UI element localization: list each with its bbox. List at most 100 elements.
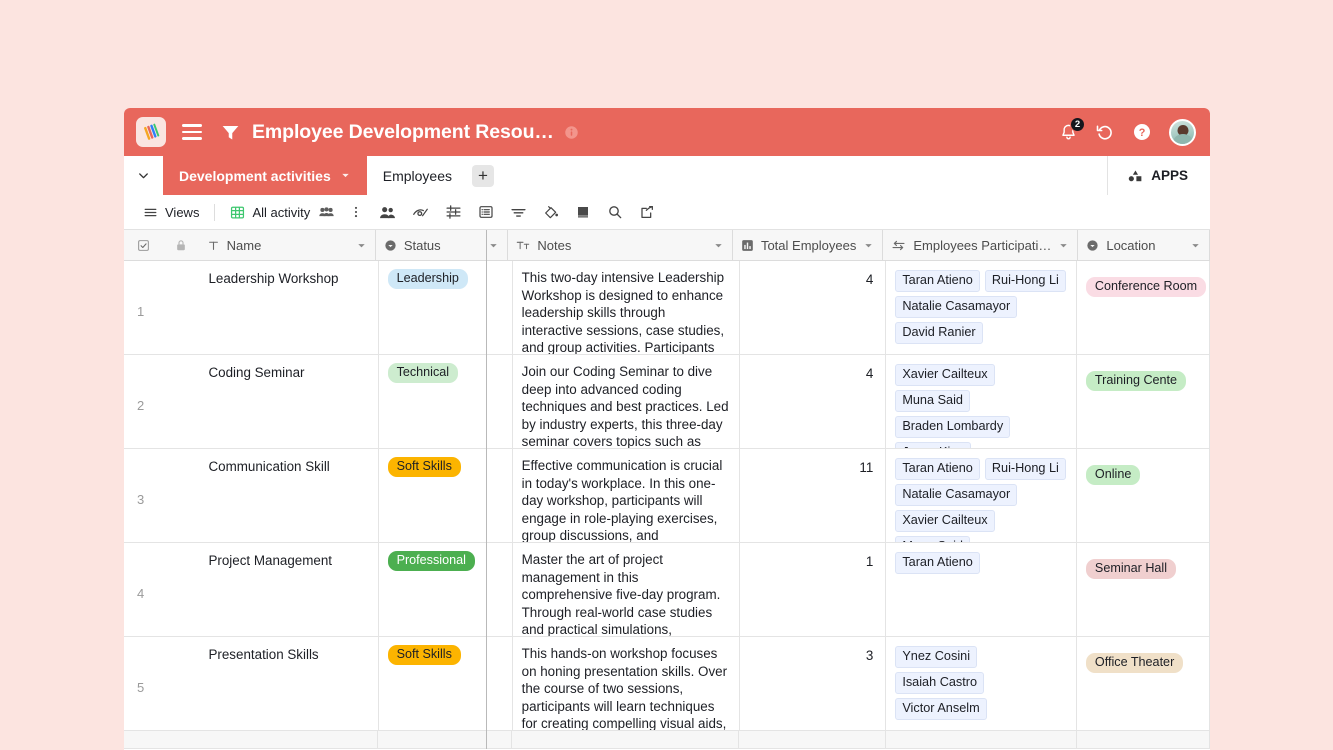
cell-status[interactable]: Leadership: [379, 261, 513, 354]
cell-notes[interactable]: This two-day intensive Leadership Worksh…: [513, 261, 740, 354]
column-header-name[interactable]: Name: [198, 230, 376, 260]
top-bar-actions: 2 ?: [1059, 116, 1196, 146]
participant-chip[interactable]: Rui-Hong Li: [984, 270, 1066, 292]
row-height-icon[interactable]: [567, 200, 599, 225]
hide-fields-eye-icon[interactable]: [404, 200, 437, 225]
column-header-location[interactable]: Location: [1078, 230, 1210, 260]
participant-chip[interactable]: Muna Said: [895, 536, 970, 542]
chevron-down-icon[interactable]: [356, 240, 367, 251]
add-table-button[interactable]: +: [468, 156, 503, 195]
filter-funnel-icon[interactable]: [220, 122, 241, 143]
cell-total-employees[interactable]: 4: [740, 261, 887, 354]
participant-chip[interactable]: Jesse King: [895, 442, 972, 448]
cell-employees-participating[interactable]: Taran Atieno Rui-Hong Li Natalie Casamayor…: [886, 449, 1077, 542]
kebab-more-icon[interactable]: [341, 200, 371, 225]
collapse-sidebar-button[interactable]: [124, 156, 163, 195]
row-expand-cell[interactable]: [163, 543, 199, 636]
cell-status[interactable]: Technical: [379, 355, 513, 448]
hamburger-menu-icon[interactable]: [182, 124, 202, 140]
participant-chip[interactable]: Natalie Casamayor: [895, 296, 1018, 318]
row-expand-cell[interactable]: [163, 355, 199, 448]
cell-employees-participating[interactable]: Taran Atieno: [886, 543, 1077, 636]
select-all-checkbox[interactable]: [124, 230, 163, 260]
cell-status[interactable]: Soft Skills: [379, 637, 513, 730]
cell-location[interactable]: Online: [1077, 449, 1210, 542]
cell-location[interactable]: Training Cente: [1077, 355, 1210, 448]
cell-name[interactable]: Project Management: [199, 543, 379, 636]
table-row[interactable]: 5 Presentation Skills Soft Skills This hand…: [124, 637, 1210, 731]
airtable-logo-icon[interactable]: [136, 117, 166, 147]
column-header-notes[interactable]: Notes: [508, 230, 733, 260]
apps-button[interactable]: APPS: [1107, 156, 1210, 195]
cell-name[interactable]: Coding Seminar: [199, 355, 379, 448]
participant-chip[interactable]: Muna Said: [895, 390, 970, 412]
cell-status[interactable]: Soft Skills: [379, 449, 513, 542]
participant-chip[interactable]: Taran Atieno: [895, 552, 980, 574]
info-circle-icon[interactable]: [564, 125, 579, 140]
participant-chip[interactable]: Ynez Cosini: [895, 646, 978, 668]
share-export-icon[interactable]: [631, 200, 663, 225]
cell-employees-participating[interactable]: Xavier Cailteux Muna Said Braden Lombardy J…: [886, 355, 1077, 448]
history-undo-icon[interactable]: [1095, 122, 1115, 142]
cell-notes[interactable]: This hands-on workshop focuses on honing…: [513, 637, 740, 730]
cell-notes[interactable]: Master the art of project management in …: [513, 543, 740, 636]
table-row[interactable]: 2 Coding Seminar Technical Join our Coding …: [124, 355, 1210, 449]
chevron-down-icon[interactable]: [713, 240, 724, 251]
table-row[interactable]: 1 Leadership Workshop Leadership This two-d…: [124, 261, 1210, 355]
bell-icon[interactable]: 2: [1059, 116, 1085, 142]
filter-sliders-icon[interactable]: [437, 200, 470, 225]
search-icon[interactable]: [599, 200, 631, 225]
column-header-status[interactable]: Status: [375, 230, 509, 260]
participant-chip[interactable]: Isaiah Castro: [895, 672, 985, 694]
chevron-down-icon[interactable]: [1190, 240, 1201, 251]
cell-name[interactable]: Leadership Workshop: [199, 261, 379, 354]
cell-total-employees[interactable]: 11: [740, 449, 887, 542]
participant-chip[interactable]: Braden Lombardy: [895, 416, 1011, 438]
chevron-down-icon[interactable]: [863, 240, 874, 251]
participant-chip[interactable]: Rui-Hong Li: [984, 458, 1066, 480]
participant-chip[interactable]: Xavier Cailteux: [895, 510, 995, 532]
participant-chip[interactable]: David Ranier: [895, 322, 983, 344]
cell-location[interactable]: Conference Room: [1077, 261, 1210, 354]
chevron-down-icon[interactable]: [1058, 240, 1069, 251]
cell-total-employees[interactable]: 1: [740, 543, 887, 636]
participant-chip[interactable]: Taran Atieno: [895, 458, 980, 480]
cell-total-employees[interactable]: 4: [740, 355, 887, 448]
help-question-icon[interactable]: ?: [1132, 122, 1152, 142]
cell-name[interactable]: Presentation Skills: [199, 637, 379, 730]
cell-location[interactable]: Seminar Hall: [1077, 543, 1210, 636]
table-row-partial[interactable]: [124, 731, 1210, 749]
row-expand-cell[interactable]: [163, 449, 199, 542]
participant-chip[interactable]: Natalie Casamayor: [895, 484, 1018, 506]
notification-count-badge: 2: [1070, 116, 1085, 132]
views-button[interactable]: Views: [136, 200, 206, 225]
cell-employees-participating[interactable]: Ynez Cosini Isaiah Castro Victor Anselm: [886, 637, 1077, 730]
participant-chip[interactable]: Xavier Cailteux: [895, 364, 995, 386]
cell-employees-participating[interactable]: Taran Atieno Rui-Hong Li Natalie Casamayor…: [886, 261, 1077, 354]
tab-development-activities[interactable]: Development activities: [163, 156, 367, 195]
participant-chip[interactable]: Taran Atieno: [895, 270, 980, 292]
column-header-employees-participating[interactable]: Employees Participati…: [883, 230, 1079, 260]
row-expand-cell[interactable]: [163, 261, 199, 354]
table-row[interactable]: 4 Project Management Professional Master th…: [124, 543, 1210, 637]
row-number: 5: [137, 680, 145, 695]
table-row[interactable]: 3 Communication Skill Soft Skills Effective…: [124, 449, 1210, 543]
cell-status[interactable]: Professional: [379, 543, 513, 636]
chevron-down-icon[interactable]: [488, 240, 499, 251]
cell-notes[interactable]: Effective communication is crucial in to…: [513, 449, 740, 542]
column-header-total-employees[interactable]: Total Employees: [732, 230, 884, 260]
cell-total-employees[interactable]: 3: [740, 637, 887, 730]
current-view-button[interactable]: All activity: [223, 200, 341, 225]
avatar[interactable]: [1169, 118, 1196, 146]
group-people-icon[interactable]: [371, 200, 404, 225]
chevron-down-icon[interactable]: [340, 170, 351, 181]
cell-notes[interactable]: Join our Coding Seminar to dive deep int…: [513, 355, 740, 448]
cell-name[interactable]: Communication Skill: [199, 449, 379, 542]
sort-icon[interactable]: [502, 200, 535, 225]
color-fill-icon[interactable]: [535, 200, 567, 225]
tab-employees[interactable]: Employees: [366, 156, 468, 195]
cell-location[interactable]: Office Theater: [1077, 637, 1210, 730]
group-rows-icon[interactable]: [470, 200, 502, 225]
row-expand-cell[interactable]: [163, 637, 199, 730]
participant-chip[interactable]: Victor Anselm: [895, 698, 987, 720]
